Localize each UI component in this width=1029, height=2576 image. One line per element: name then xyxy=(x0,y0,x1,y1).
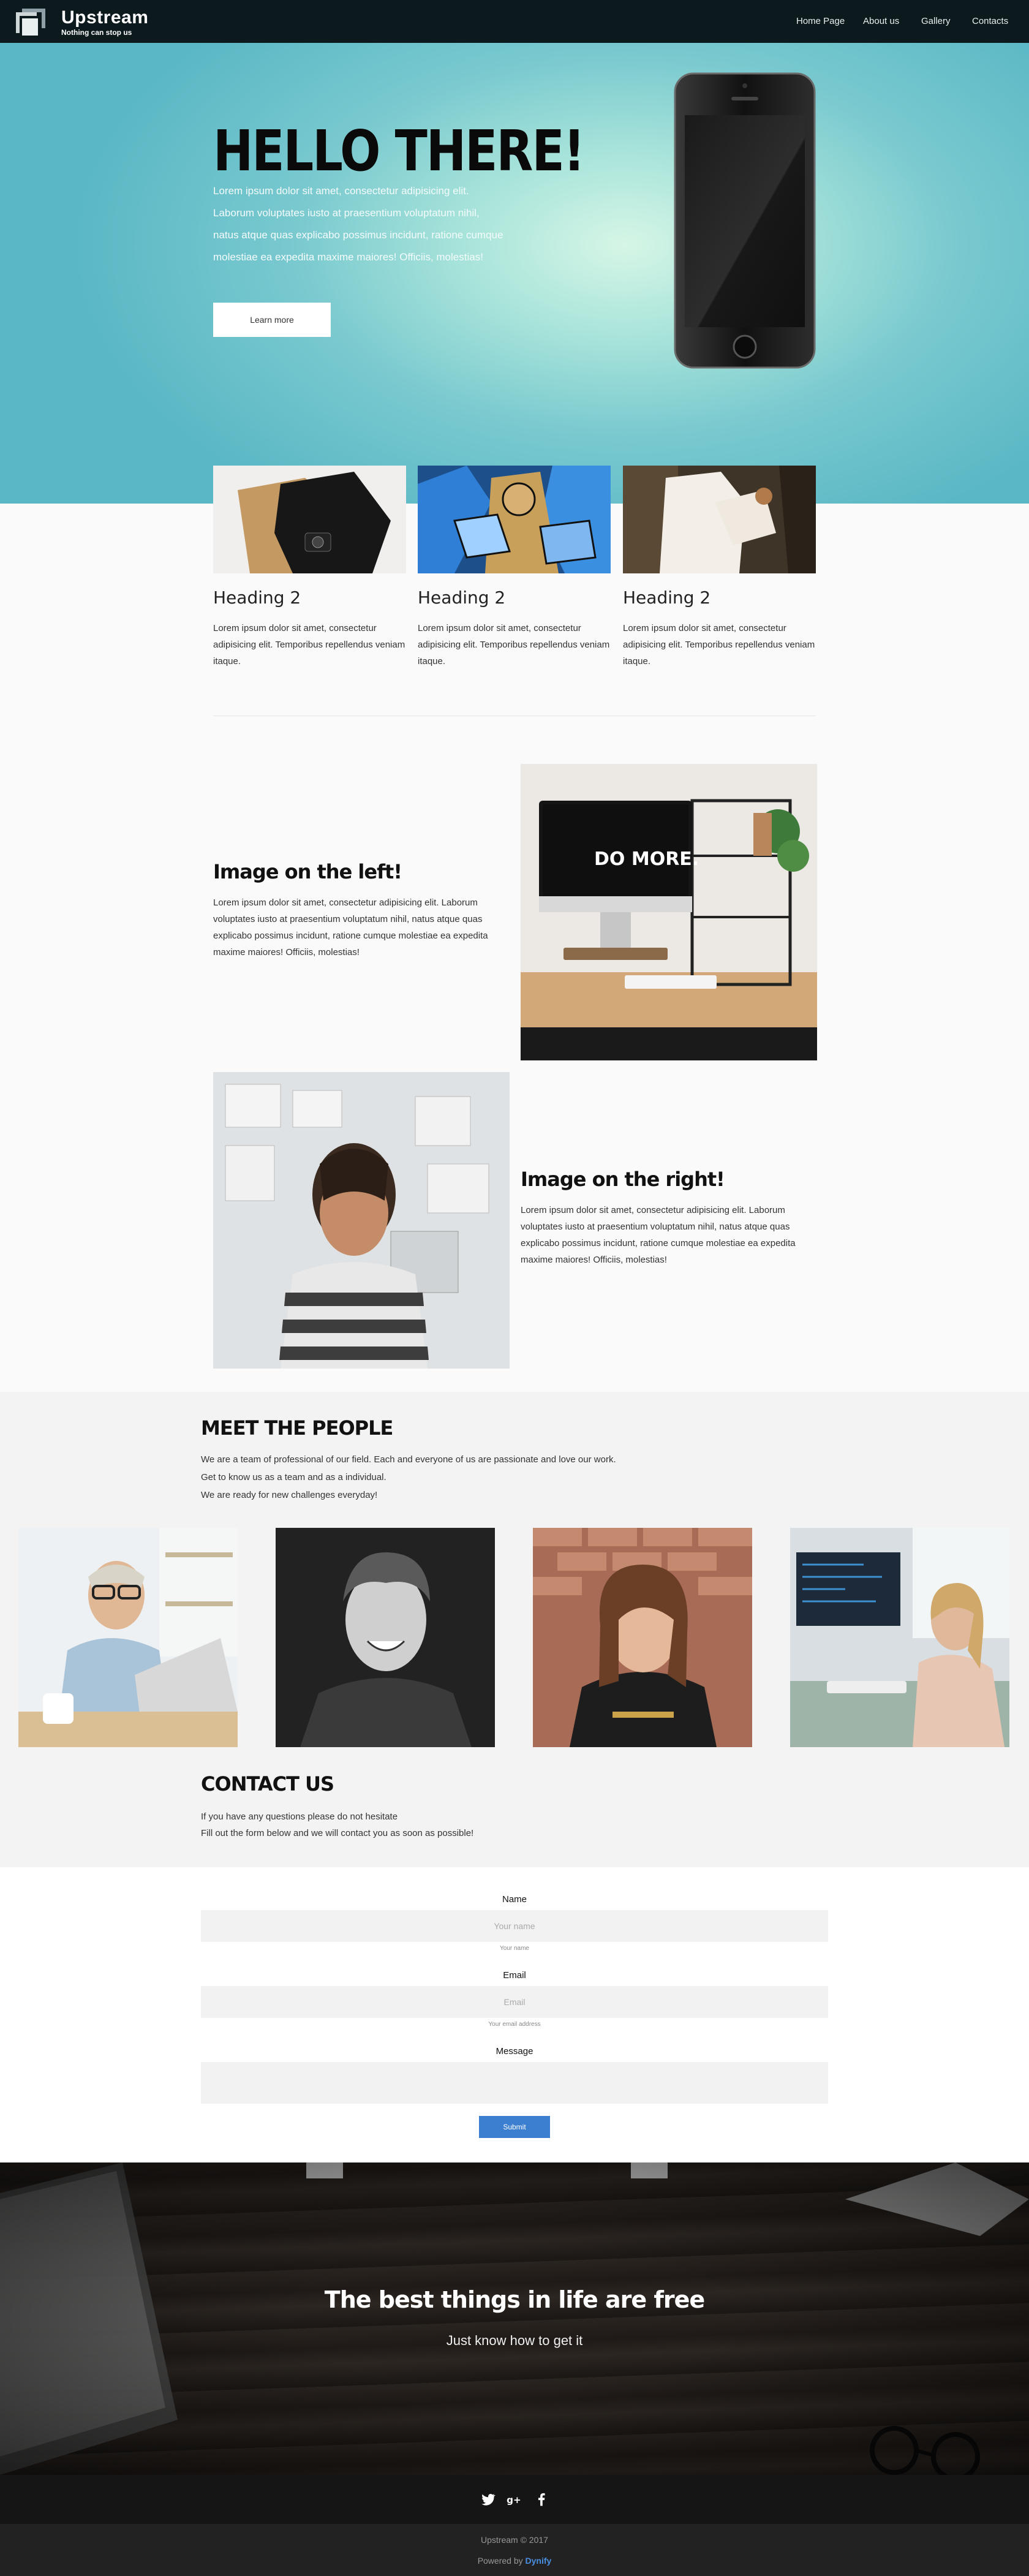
footer-copyright-bar xyxy=(0,2524,1029,2576)
feature-card: Heading 2 Lorem ipsum dolor sit amet, co… xyxy=(623,466,816,670)
svg-text:g+: g+ xyxy=(507,2495,521,2506)
message-label: Message xyxy=(496,2046,533,2057)
logo-icon[interactable] xyxy=(13,7,48,37)
name-field[interactable] xyxy=(201,1910,828,1942)
team-text-line: We are ready for new challenges everyday… xyxy=(201,1490,378,1500)
name-label: Name xyxy=(502,1894,527,1905)
team-member-photo[interactable] xyxy=(18,1528,238,1747)
team-member-photo[interactable] xyxy=(276,1528,495,1747)
powered-by: Powered by Dynify xyxy=(0,2556,1029,2566)
brand-name[interactable]: Upstream xyxy=(61,7,148,28)
desk-computer-photo: DO MORE. xyxy=(521,764,817,1060)
copyright-text: Upstream © 2017 xyxy=(481,2535,548,2545)
team-text-line: Get to know us as a team and as a indivi… xyxy=(201,1472,386,1483)
nav-link-contacts[interactable]: Contacts xyxy=(972,16,1008,26)
banner-title: The best things in life are free xyxy=(324,2286,705,2313)
nav-link-gallery[interactable]: Gallery xyxy=(921,16,951,26)
card-heading: Heading 2 xyxy=(213,587,301,608)
hero-section: HELLO THERE! Lorem ipsum dolor sit amet,… xyxy=(0,43,1029,504)
contact-text-line: Fill out the form below and we will cont… xyxy=(201,1828,474,1838)
navbar: Upstream Nothing can stop us Home Page A… xyxy=(0,0,1029,43)
clothes-photo xyxy=(213,466,406,573)
graffiti-photo xyxy=(418,466,611,573)
twitter-icon[interactable] xyxy=(479,2491,496,2508)
feature-card: Heading 2 Lorem ipsum dolor sit amet, co… xyxy=(418,466,611,670)
email-field[interactable] xyxy=(201,1986,828,2018)
banner-overlay xyxy=(0,2162,1029,2475)
hero-text: Lorem ipsum dolor sit amet, consectetur … xyxy=(213,185,503,263)
screen-text: DO MORE. xyxy=(594,848,699,870)
message-field[interactable] xyxy=(201,2062,828,2104)
card-heading: Heading 2 xyxy=(623,587,711,608)
woman-blouse-photo xyxy=(623,466,816,573)
banner-subtitle: Just know how to get it xyxy=(446,2333,583,2348)
nav-link-about[interactable]: About us xyxy=(863,16,899,26)
card-text: Lorem ipsum dolor sit amet, consectetur … xyxy=(213,623,405,667)
email-label: Email xyxy=(503,1970,526,1981)
feature-text-left: Lorem ipsum dolor sit amet, consectetur … xyxy=(213,897,488,958)
contact-text-line: If you have any questions please do not … xyxy=(201,1811,398,1822)
nav-link-home[interactable]: Home Page xyxy=(796,16,845,26)
team-title: MEET THE PEOPLE xyxy=(201,1416,393,1440)
powered-by-label: Powered by xyxy=(477,2556,523,2566)
email-help-text: Your email address xyxy=(488,2021,541,2028)
submit-button[interactable]: Submit xyxy=(479,2116,550,2138)
smartphone-image xyxy=(674,72,816,369)
quote-banner xyxy=(0,2162,1029,2475)
learn-more-button[interactable]: Learn more xyxy=(213,303,331,337)
contact-title: CONTACT US xyxy=(201,1772,334,1796)
powered-by-link[interactable]: Dynify xyxy=(526,2556,552,2566)
card-text: Lorem ipsum dolor sit amet, consectetur … xyxy=(418,623,610,667)
google-plus-icon[interactable]: g+ xyxy=(506,2491,523,2508)
feature-title-right: Image on the right! xyxy=(521,1168,725,1191)
team-text-line: We are a team of professional of our fie… xyxy=(201,1454,616,1465)
team-member-photo[interactable] xyxy=(533,1528,752,1747)
card-text: Lorem ipsum dolor sit amet, consectetur … xyxy=(623,623,815,667)
card-heading: Heading 2 xyxy=(418,587,506,608)
hero-title: HELLO THERE! xyxy=(213,119,585,184)
brand-tagline: Nothing can stop us xyxy=(61,28,132,37)
man-board-photo xyxy=(213,1072,510,1369)
name-help-text: Your name xyxy=(500,1945,529,1952)
feature-text-right: Lorem ipsum dolor sit amet, consectetur … xyxy=(521,1205,796,1265)
team-member-photo[interactable] xyxy=(790,1528,1009,1747)
facebook-icon[interactable] xyxy=(533,2491,550,2508)
feature-card: Heading 2 Lorem ipsum dolor sit amet, co… xyxy=(213,466,406,670)
feature-title-left: Image on the left! xyxy=(213,860,402,883)
